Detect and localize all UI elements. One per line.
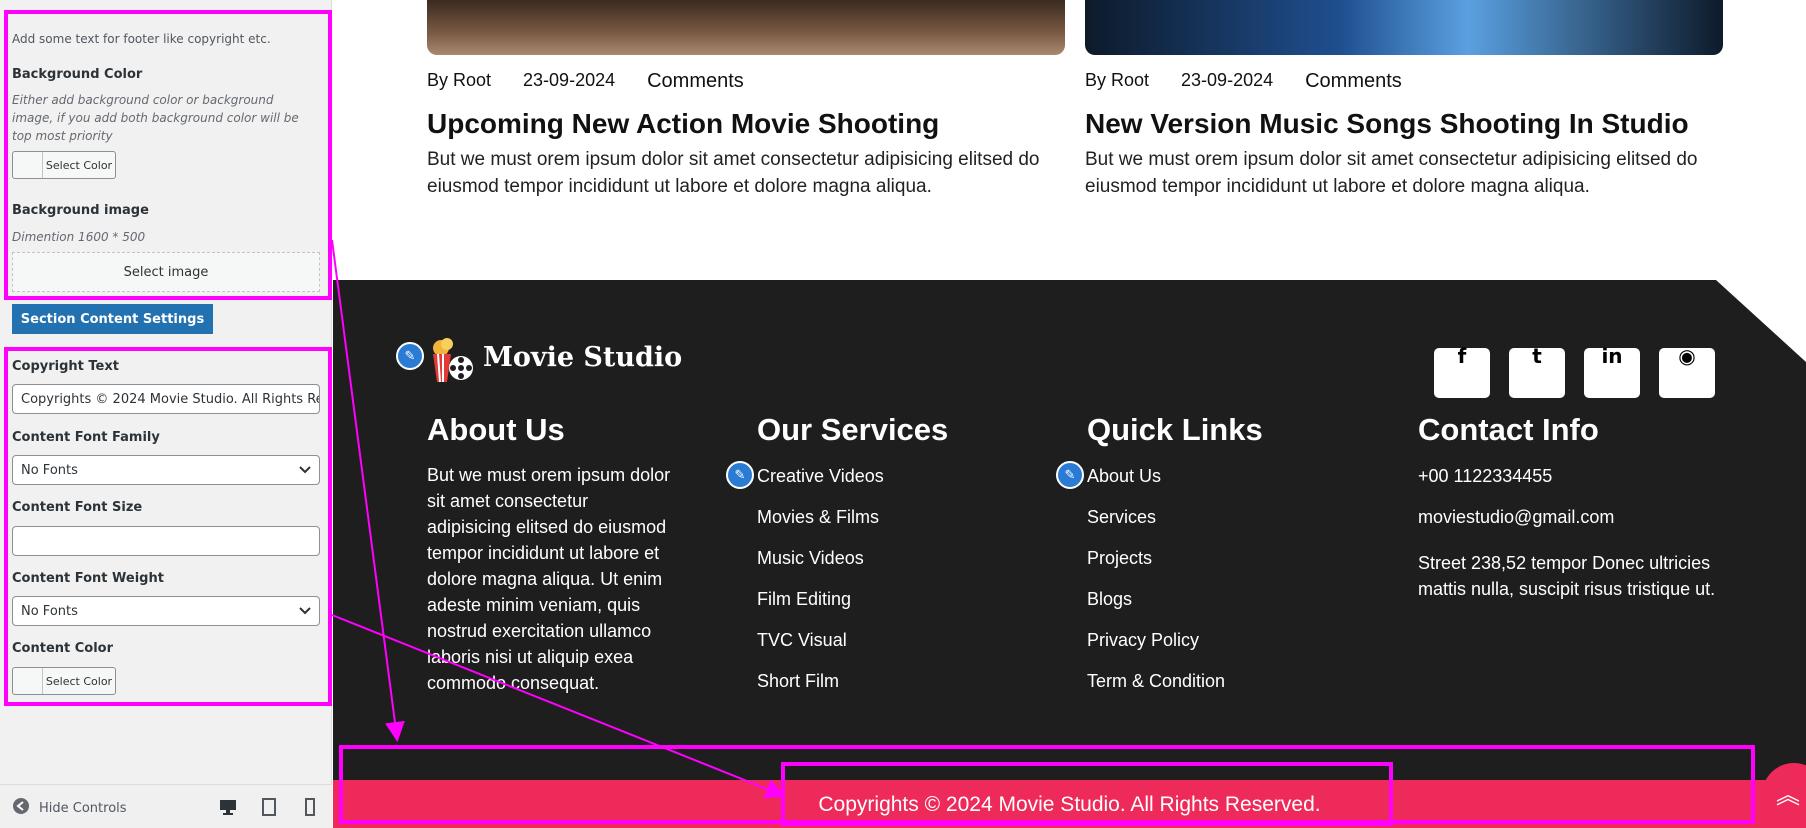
contact-address: Street 238,52 tempor Donec ultricies mat… (1418, 553, 1716, 599)
post-excerpt: But we must orem ipsum dolor sit amet co… (1085, 149, 1698, 197)
font-weight-value: No Fonts (21, 603, 78, 619)
post-comments-link[interactable]: Comments (647, 70, 744, 93)
select-color-label: Select Color (45, 158, 113, 172)
about-us-text: But we must orem ipsum dolor sit amet co… (427, 465, 671, 693)
facebook-icon[interactable]: f (1434, 344, 1490, 398)
mobile-icon[interactable] (300, 797, 320, 817)
section-content-settings-button[interactable]: Section Content Settings (12, 304, 213, 334)
color-swatch (13, 668, 43, 694)
bg-image-label: Background image (12, 203, 149, 218)
about-us-heading: About Us (427, 412, 565, 447)
contact-phone[interactable]: +00 1122334455 (1418, 466, 1552, 487)
content-font-size-input[interactable] (12, 526, 320, 556)
content-font-weight-select[interactable]: No Fonts (12, 596, 320, 626)
footer-hint-text: Add some text for footer like copyright … (12, 32, 271, 46)
footer-quick-link[interactable]: Term & Condition (1087, 671, 1225, 692)
post-excerpt: But we must orem ipsum dolor sit amet co… (427, 149, 1040, 197)
site-footer: ✎ Movie Studio f t in ◉ About Us But we … (333, 280, 1806, 828)
post-title[interactable]: New Version Music Songs Shooting In Stud… (1085, 108, 1689, 140)
content-color-picker-button[interactable]: Select Color (12, 667, 116, 695)
footer-quick-link[interactable]: Blogs (1087, 589, 1132, 610)
post-meta: By Root 23-09-2024 Comments (1085, 70, 1402, 93)
post-title[interactable]: Upcoming New Action Movie Shooting (427, 108, 939, 140)
hide-controls-button[interactable]: Hide Controls (12, 797, 127, 819)
double-chevron-up-icon: ︽ (1776, 781, 1800, 809)
contact-info-heading: Contact Info (1418, 412, 1599, 447)
footer-service-link[interactable]: TVC Visual (757, 630, 847, 651)
copyright-text-label: Copyright Text (12, 359, 119, 374)
facebook-glyph: f (1457, 344, 1467, 368)
footer-quick-link[interactable]: About Us (1087, 466, 1161, 487)
footer-corner-cut (1716, 280, 1806, 362)
customizer-panel: Add some text for footer like copyright … (0, 0, 332, 828)
tablet-icon[interactable] (259, 797, 279, 817)
post-meta: By Root 23-09-2024 Comments (427, 70, 744, 93)
post-date: 23-09-2024 (523, 70, 616, 90)
copyright-text: Copyrights © 2024 Movie Studio. All Righ… (818, 793, 1321, 816)
footer-quick-link[interactable]: Projects (1087, 548, 1152, 569)
quick-links-heading: Quick Links (1087, 412, 1263, 447)
footer-quick-link[interactable]: Services (1087, 507, 1156, 528)
chevron-down-icon (299, 604, 311, 619)
footer-service-link[interactable]: Creative Videos (757, 466, 884, 487)
hide-controls-label: Hide Controls (39, 800, 127, 816)
dribbble-icon[interactable]: ◉ (1659, 344, 1715, 398)
content-font-family-select[interactable]: No Fonts (12, 455, 320, 485)
content-color-label: Content Color (12, 641, 114, 656)
linkedin-icon[interactable]: in (1584, 344, 1640, 398)
bg-color-picker-button[interactable]: Select Color (12, 151, 116, 179)
post-comments-link[interactable]: Comments (1305, 70, 1402, 93)
content-font-family-label: Content Font Family (12, 430, 160, 445)
content-font-size-label: Content Font Size (12, 500, 143, 515)
pencil-icon[interactable]: ✎ (726, 461, 754, 489)
bg-color-description: Either add background color or backgroun… (12, 93, 299, 143)
chevron-down-icon (299, 463, 311, 478)
post-date: 23-09-2024 (1181, 70, 1274, 90)
footer-service-link[interactable]: Movies & Films (757, 507, 879, 528)
footer-service-link[interactable]: Short Film (757, 671, 839, 692)
footer-service-link[interactable]: Music Videos (757, 548, 864, 569)
pencil-icon[interactable]: ✎ (396, 342, 424, 370)
our-services-heading: Our Services (757, 412, 949, 447)
twitter-glyph: t (1532, 344, 1542, 368)
content-font-weight-label: Content Font Weight (12, 571, 164, 586)
post-author[interactable]: By Root (427, 70, 491, 93)
footer-quick-link[interactable]: Privacy Policy (1087, 630, 1199, 651)
post-author[interactable]: By Root (1085, 70, 1149, 93)
twitter-icon[interactable]: t (1509, 344, 1565, 398)
panel-footer: Hide Controls (0, 784, 332, 828)
copyright-text-input[interactable]: Copyrights © 2024 Movie Studio. All Righ… (12, 384, 320, 414)
eye-icon (12, 797, 30, 819)
post-image[interactable] (427, 0, 1065, 55)
select-image-button[interactable]: Select image (12, 252, 320, 292)
color-swatch (13, 152, 43, 178)
linkedin-glyph: in (1601, 344, 1623, 368)
site-preview: By Root 23-09-2024 Comments Upcoming New… (333, 0, 1806, 828)
bg-image-description: Dimention 1600 * 500 (12, 230, 146, 244)
post-image[interactable] (1085, 0, 1723, 55)
copyright-bar: Copyrights © 2024 Movie Studio. All Righ… (333, 780, 1806, 828)
contact-email[interactable]: moviestudio@gmail.com (1418, 507, 1614, 528)
desktop-icon[interactable] (218, 797, 238, 817)
dribbble-glyph: ◉ (1678, 344, 1696, 368)
bg-color-label: Background Color (12, 67, 143, 82)
pencil-icon[interactable]: ✎ (1056, 461, 1084, 489)
footer-service-link[interactable]: Film Editing (757, 589, 851, 610)
font-family-value: No Fonts (21, 462, 78, 478)
site-logo-text[interactable]: Movie Studio (483, 342, 682, 373)
select-color-label: Select Color (45, 674, 113, 688)
logo-icon[interactable] (427, 338, 477, 384)
